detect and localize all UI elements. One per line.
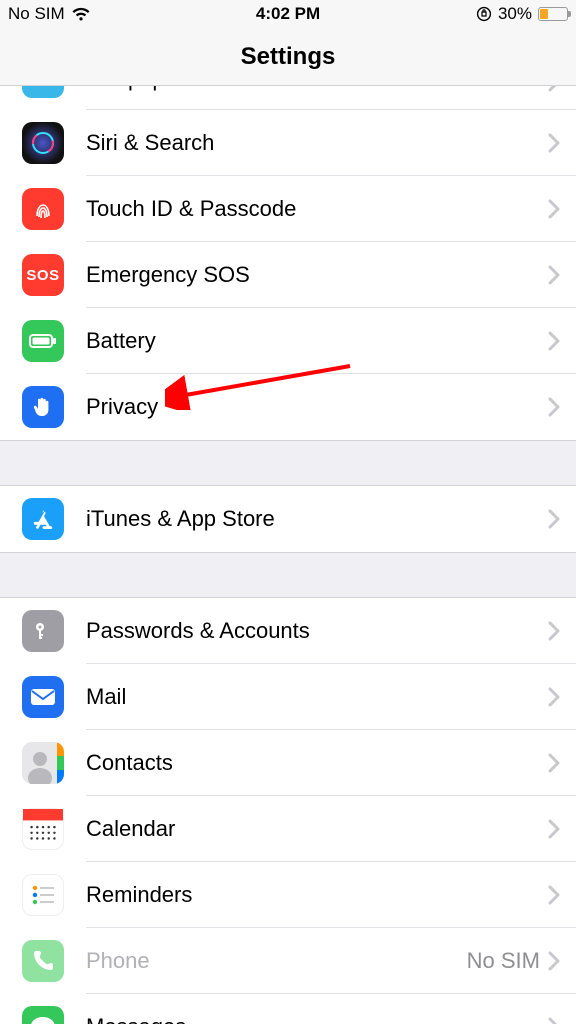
contacts-icon: [22, 742, 64, 784]
hand-icon: [22, 386, 64, 428]
chevron-right-icon: [548, 951, 560, 971]
row-touchid-label: Touch ID & Passcode: [86, 196, 548, 222]
settings-group-2: Passwords & Accounts Mail Contacts: [0, 598, 576, 1024]
row-calendar-label: Calendar: [86, 816, 548, 842]
row-battery[interactable]: Battery: [0, 308, 576, 374]
sos-icon: SOS: [22, 254, 64, 296]
settings-list[interactable]: Wallpaper Siri & Search To: [0, 86, 576, 1024]
nav-bar: Settings: [0, 28, 576, 86]
row-siri-label: Siri & Search: [86, 130, 548, 156]
reminders-icon: [22, 874, 64, 916]
chevron-right-icon: [548, 885, 560, 905]
row-phone-label: Phone: [86, 948, 467, 974]
row-messages-label: Messages: [86, 1014, 548, 1024]
row-touchid[interactable]: Touch ID & Passcode: [0, 176, 576, 242]
key-icon: [22, 610, 64, 652]
status-bar: No SIM 4:02 PM 30%: [0, 0, 576, 28]
chevron-right-icon: [548, 199, 560, 219]
row-passwords[interactable]: Passwords & Accounts: [0, 598, 576, 664]
messages-icon: [22, 1006, 64, 1024]
battery-icon: [22, 320, 64, 362]
row-messages[interactable]: Messages: [0, 994, 576, 1024]
row-calendar[interactable]: Calendar: [0, 796, 576, 862]
chevron-right-icon: [548, 621, 560, 641]
row-siri[interactable]: Siri & Search: [0, 110, 576, 176]
row-itunes-label: iTunes & App Store: [86, 506, 548, 532]
chevron-right-icon: [548, 1017, 560, 1024]
row-contacts[interactable]: Contacts: [0, 730, 576, 796]
calendar-icon: [22, 808, 64, 850]
chevron-right-icon: [548, 687, 560, 707]
row-wallpaper-label: Wallpaper: [86, 86, 548, 92]
fingerprint-icon: [22, 188, 64, 230]
battery-icon: [538, 7, 568, 21]
row-mail-label: Mail: [86, 684, 548, 710]
status-time: 4:02 PM: [0, 4, 576, 24]
row-sos-label: Emergency SOS: [86, 262, 548, 288]
row-battery-label: Battery: [86, 328, 548, 354]
row-itunes[interactable]: iTunes & App Store: [0, 486, 576, 552]
chevron-right-icon: [548, 265, 560, 285]
appstore-icon: [22, 498, 64, 540]
wallpaper-icon: [22, 86, 64, 98]
chevron-right-icon: [548, 819, 560, 839]
siri-icon: [22, 122, 64, 164]
group-separator: [0, 440, 576, 486]
row-phone-value: No SIM: [467, 948, 540, 974]
settings-group-1: iTunes & App Store: [0, 486, 576, 552]
row-passwords-label: Passwords & Accounts: [86, 618, 548, 644]
mail-icon: [22, 676, 64, 718]
row-contacts-label: Contacts: [86, 750, 548, 776]
chevron-right-icon: [548, 753, 560, 773]
chevron-right-icon: [548, 397, 560, 417]
row-privacy-label: Privacy: [86, 394, 548, 420]
chevron-right-icon: [548, 86, 560, 92]
row-mail[interactable]: Mail: [0, 664, 576, 730]
settings-group-0: Wallpaper Siri & Search To: [0, 86, 576, 440]
row-reminders-label: Reminders: [86, 882, 548, 908]
chevron-right-icon: [548, 133, 560, 153]
phone-icon: [22, 940, 64, 982]
row-phone[interactable]: Phone No SIM: [0, 928, 576, 994]
row-reminders[interactable]: Reminders: [0, 862, 576, 928]
group-separator: [0, 552, 576, 598]
row-privacy[interactable]: Privacy: [0, 374, 576, 440]
row-sos[interactable]: SOS Emergency SOS: [0, 242, 576, 308]
page-title: Settings: [241, 43, 336, 71]
screen: No SIM 4:02 PM 30% Settings Wallpaper: [0, 0, 576, 1024]
chevron-right-icon: [548, 509, 560, 529]
row-wallpaper[interactable]: Wallpaper: [0, 86, 576, 110]
chevron-right-icon: [548, 331, 560, 351]
